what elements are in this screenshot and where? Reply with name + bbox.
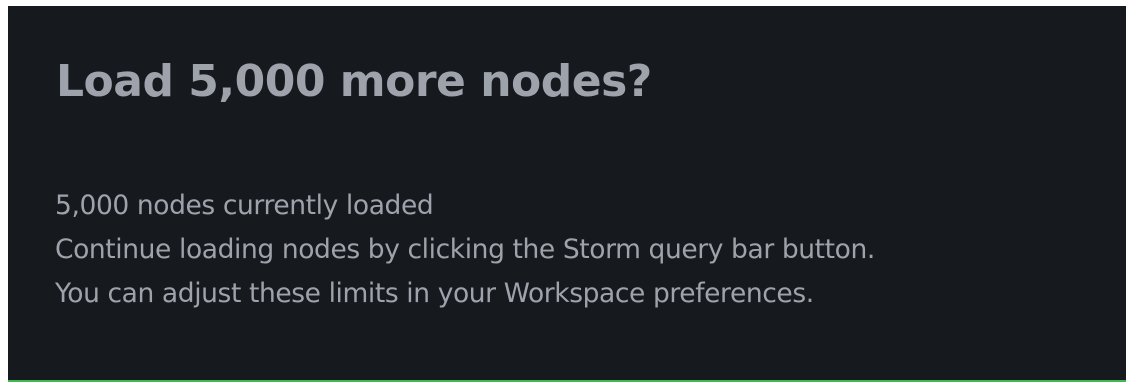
nodes-loaded-status: 5,000 nodes currently loaded [55, 190, 434, 221]
load-more-nodes-dialog: Load 5,000 more nodes? 5,000 nodes curre… [8, 6, 1126, 380]
dialog-body: 5,000 nodes currently loaded Continue lo… [55, 184, 1115, 316]
continue-loading-instruction: Continue loading nodes by clicking the S… [55, 234, 875, 265]
screenshot-frame: Load 5,000 more nodes? 5,000 nodes curre… [0, 0, 1131, 383]
dialog-title: Load 5,000 more nodes? [56, 56, 652, 107]
workspace-preferences-hint: You can adjust these limits in your Work… [55, 278, 814, 309]
accent-divider [8, 380, 1126, 382]
